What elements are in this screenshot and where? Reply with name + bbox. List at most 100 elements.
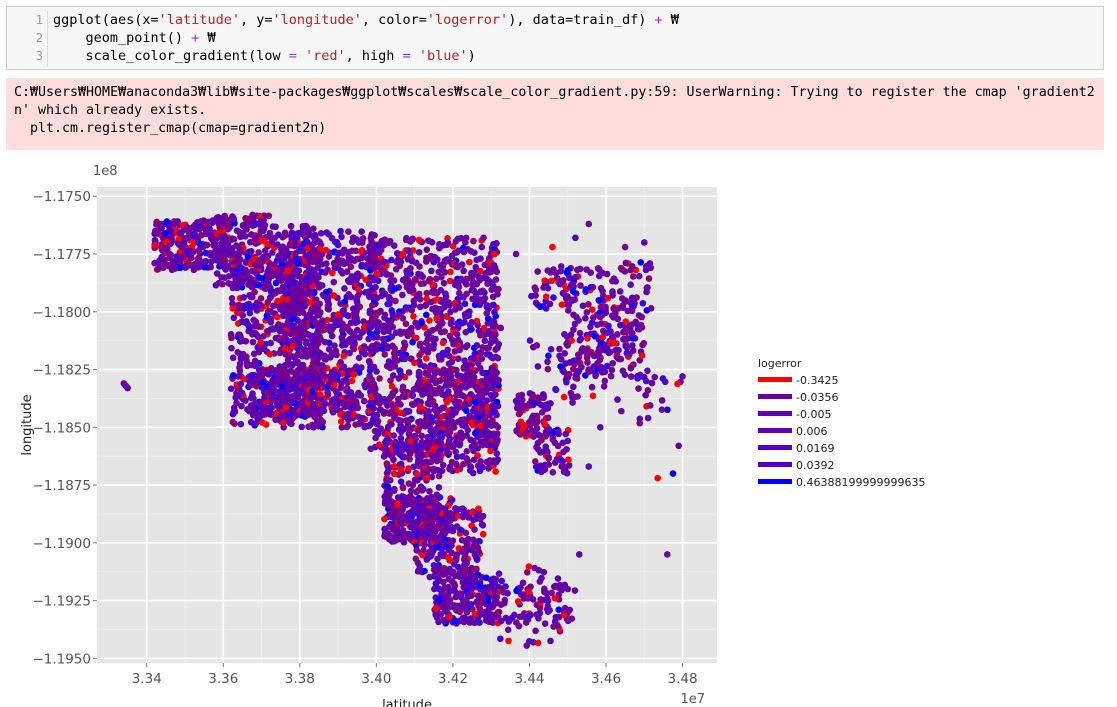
data-point [568, 281, 575, 288]
data-point [602, 303, 609, 311]
data-point [648, 379, 656, 387]
y-tick-label: −1.1875 [32, 478, 91, 494]
data-point [520, 422, 528, 430]
data-point [424, 371, 432, 379]
data-point [659, 375, 667, 382]
data-point [361, 350, 369, 358]
code-token: scale_color_gradient(low [53, 48, 289, 64]
data-point [565, 456, 572, 463]
data-point [471, 249, 478, 256]
data-point [370, 411, 377, 418]
data-point [417, 361, 424, 368]
data-point [613, 351, 621, 359]
data-point [639, 299, 647, 307]
data-point [454, 263, 462, 271]
data-point [435, 484, 443, 491]
data-point [483, 302, 491, 309]
data-point [252, 360, 260, 368]
data-point [456, 277, 463, 285]
data-point [490, 301, 497, 309]
data-point [221, 274, 228, 282]
data-point [474, 544, 482, 552]
data-point [542, 428, 550, 436]
data-point [420, 346, 427, 354]
data-point [323, 295, 331, 302]
data-point [395, 311, 403, 319]
data-point [487, 447, 494, 455]
data-point [490, 250, 498, 258]
data-point [240, 273, 248, 281]
data-point [410, 463, 418, 471]
data-point [408, 446, 415, 453]
data-point [579, 302, 587, 310]
data-point [274, 297, 281, 305]
data-point [285, 267, 292, 274]
data-point [556, 352, 563, 360]
data-point [325, 305, 332, 313]
data-point [492, 576, 500, 583]
data-point [469, 273, 476, 280]
data-point [547, 269, 555, 276]
data-point [291, 330, 298, 337]
data-point [481, 294, 489, 302]
data-point [396, 517, 404, 524]
data-point [340, 352, 347, 360]
legend-label: -0.3425 [796, 374, 838, 387]
data-point [621, 243, 629, 251]
x-tick-label: 3.34 [132, 671, 162, 687]
data-point [399, 393, 407, 400]
data-point [428, 267, 435, 275]
data-point [626, 350, 633, 358]
data-point [473, 294, 480, 302]
data-point [415, 442, 423, 450]
y-tick-label: −1.1775 [32, 247, 91, 263]
data-point [358, 228, 365, 235]
data-point [382, 438, 389, 446]
data-point [372, 249, 380, 256]
data-point [217, 233, 225, 241]
code-cell-input[interactable]: 1 2 3 ggplot(aes(x='latitude', y='longit… [6, 6, 1104, 70]
data-point [278, 266, 285, 273]
data-point [372, 391, 380, 399]
data-point [422, 422, 429, 430]
data-point [430, 345, 437, 352]
data-point [556, 345, 563, 353]
data-point [270, 290, 278, 297]
code-token: geom_point() [53, 30, 192, 46]
x-offset-label: 1e7 [680, 692, 705, 707]
data-point [590, 314, 597, 321]
data-point [473, 515, 480, 522]
data-point [558, 457, 565, 465]
data-point [229, 267, 236, 275]
data-point [278, 276, 285, 283]
data-point [540, 394, 547, 402]
data-point [453, 331, 461, 338]
data-point [296, 309, 303, 317]
data-point [578, 363, 585, 371]
data-point [278, 251, 286, 259]
data-point [298, 423, 306, 431]
data-point [476, 605, 484, 613]
data-point [329, 315, 337, 323]
data-point [654, 474, 661, 482]
legend-swatch [758, 428, 792, 433]
data-point [389, 402, 397, 409]
data-point [456, 372, 463, 380]
data-point [561, 604, 569, 612]
data-point [461, 310, 469, 318]
code-line[interactable]: geom_point() + ₩ [53, 29, 216, 47]
data-point [497, 324, 505, 332]
data-point [628, 263, 636, 270]
code-line[interactable]: scale_color_gradient(low = 'red', high =… [53, 47, 476, 65]
data-point [534, 363, 542, 370]
data-point [232, 275, 239, 283]
data-point [257, 218, 265, 225]
data-point [176, 264, 184, 272]
data-point [663, 551, 671, 558]
data-point [415, 567, 422, 574]
data-point [642, 377, 650, 385]
data-point [428, 550, 436, 558]
data-point [469, 469, 477, 477]
code-line[interactable]: ggplot(aes(x='latitude', y='longitude', … [53, 11, 679, 29]
data-point [347, 389, 355, 396]
